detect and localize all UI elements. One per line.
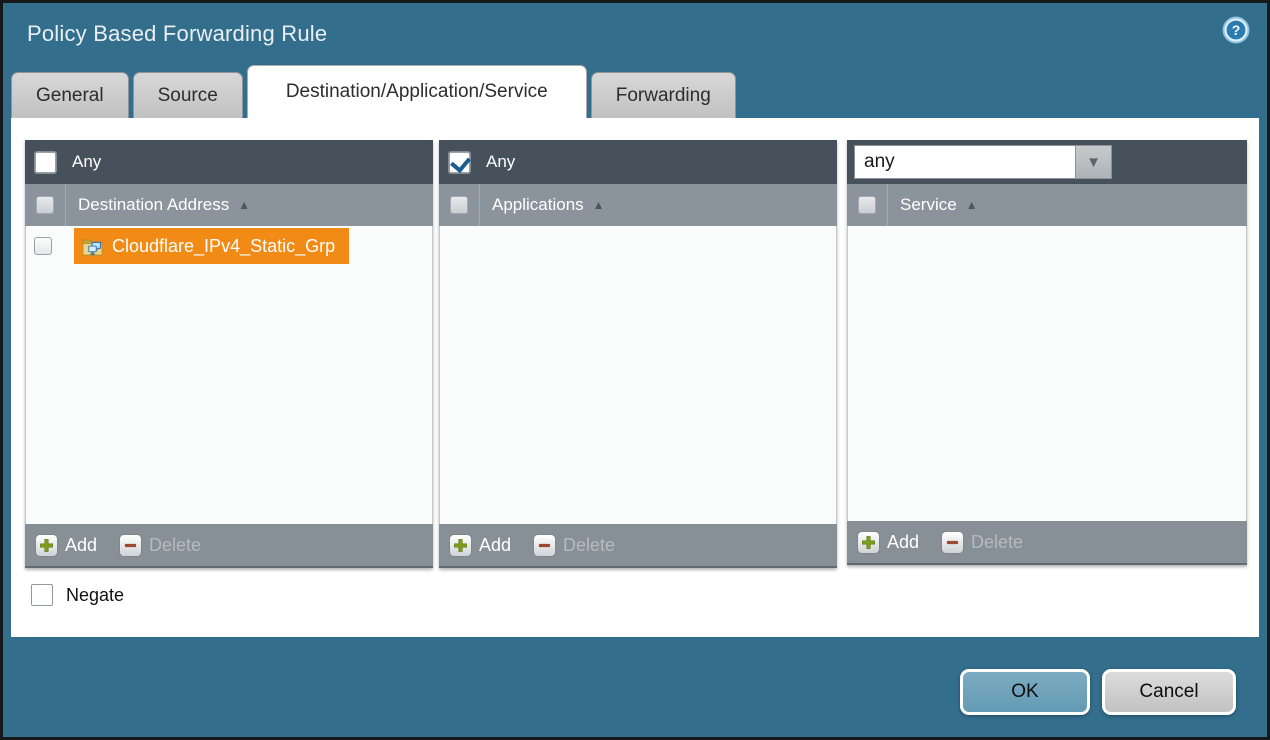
tab-destination-application-service[interactable]: Destination/Application/Service [247,65,587,118]
destination-any-checkbox[interactable] [35,152,56,173]
dropdown-button[interactable]: ▼ [1076,145,1112,179]
service-type-dropdown[interactable]: any ▼ [854,145,1112,179]
destination-footer-bar: Add Delete [25,524,433,568]
destination-any-label: Any [72,152,101,172]
help-icon[interactable]: ? [1221,15,1251,45]
minus-icon [941,531,964,554]
destination-address-sort-header[interactable]: Destination Address ▲ [65,184,433,226]
sort-ascending-icon: ▲ [593,198,605,212]
service-list [847,226,1247,521]
negate-checkbox[interactable] [31,584,53,606]
title-bar: Policy Based Forwarding Rule ? [3,3,1267,65]
minus-icon [533,534,556,557]
minus-icon [119,534,142,557]
destination-delete-button[interactable]: Delete [119,534,201,557]
destination-add-button[interactable]: Add [35,534,97,557]
service-footer-bar: Add Delete [847,521,1247,565]
tab-bar: General Source Destination/Application/S… [11,65,736,118]
destination-address-list: Cloudflare_IPv4_Static_Grp [25,226,433,524]
tab-general[interactable]: General [11,72,129,118]
applications-column-header: Applications ▲ [439,184,837,226]
service-column-header: Service ▲ [847,184,1247,226]
applications-any-bar: Any [439,140,837,184]
plus-icon [35,534,58,557]
tab-forwarding[interactable]: Forwarding [591,72,736,118]
applications-footer-bar: Add Delete [439,524,837,568]
plus-icon [857,531,880,554]
address-group-icon [82,236,104,256]
applications-panel: Any Applications ▲ Add [439,140,837,568]
svg-text:?: ? [1232,22,1241,38]
destination-header-label: Destination Address [78,195,229,215]
applications-sort-header[interactable]: Applications ▲ [479,184,837,226]
applications-any-checkbox[interactable] [449,152,470,173]
service-sort-header[interactable]: Service ▲ [887,184,1247,226]
plus-icon [449,534,472,557]
dialog-title: Policy Based Forwarding Rule [27,21,327,47]
service-panel: any ▼ Service ▲ [847,140,1247,565]
ok-button[interactable]: OK [960,669,1090,715]
service-dropdown-value[interactable]: any [854,145,1076,179]
negate-row: Negate [31,584,1259,606]
destination-any-bar: Any [25,140,433,184]
negate-label: Negate [66,585,124,606]
applications-list [439,226,837,524]
chevron-down-icon: ▼ [1086,154,1101,171]
service-header-label: Service [900,195,957,215]
address-item-label: Cloudflare_IPv4_Static_Grp [112,236,335,257]
panels-container: Any Destination Address ▲ [11,118,1259,568]
tab-source[interactable]: Source [133,72,243,118]
service-add-button[interactable]: Add [857,531,919,554]
applications-delete-button[interactable]: Delete [533,534,615,557]
selected-address-item[interactable]: Cloudflare_IPv4_Static_Grp [74,228,349,264]
applications-any-label: Any [486,152,515,172]
service-delete-button[interactable]: Delete [941,531,1023,554]
applications-add-button[interactable]: Add [449,534,511,557]
cancel-button[interactable]: Cancel [1102,669,1236,715]
destination-column-header: Destination Address ▲ [25,184,433,226]
row-checkbox[interactable] [34,237,52,255]
service-select-all-checkbox[interactable] [858,196,876,214]
destination-address-panel: Any Destination Address ▲ [25,140,433,568]
applications-select-all-checkbox[interactable] [450,196,468,214]
service-dropdown-bar: any ▼ [847,140,1247,184]
sort-ascending-icon: ▲ [238,198,250,212]
policy-based-forwarding-dialog: Policy Based Forwarding Rule ? General S… [0,0,1270,740]
destination-select-all-checkbox[interactable] [36,196,54,214]
sort-ascending-icon: ▲ [966,198,978,212]
tab-content: Any Destination Address ▲ [11,118,1259,637]
applications-header-label: Applications [492,195,584,215]
destination-address-row[interactable]: Cloudflare_IPv4_Static_Grp [26,226,432,266]
